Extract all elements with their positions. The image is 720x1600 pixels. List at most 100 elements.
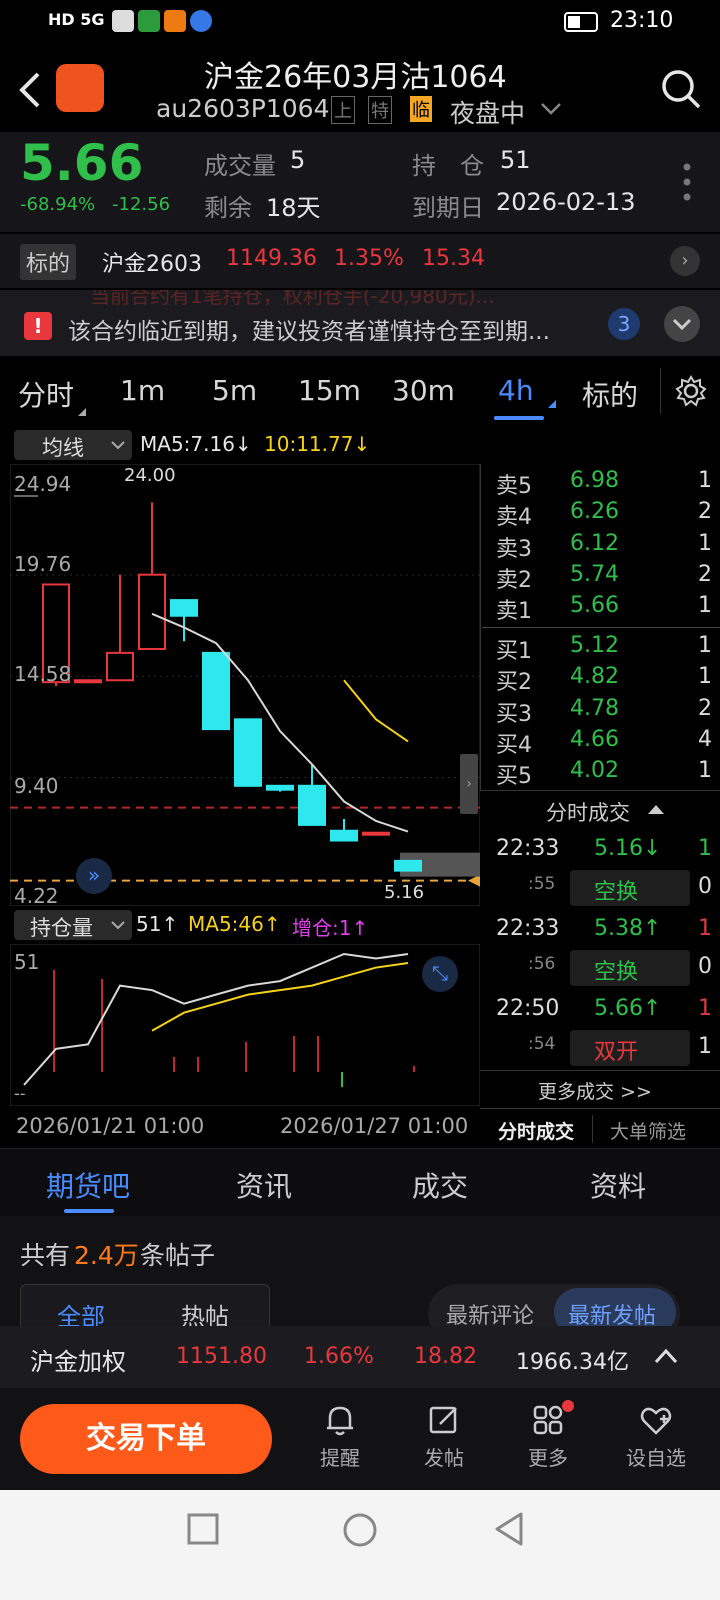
oi-indicator-row: 持仓量 51↑ MA5:46↑ 增仓:1↑ (0, 908, 490, 942)
indicator-select[interactable]: 均线 (14, 430, 132, 460)
bid-row[interactable]: 买5 4.02 1 (490, 758, 720, 789)
bell-icon (327, 1406, 353, 1436)
expand-icon[interactable] (664, 306, 700, 342)
remind-button[interactable]: 提醒 (312, 1402, 368, 1482)
ask-price: 6.12 (570, 530, 619, 556)
add-watchlist-label: 设自选 (626, 1446, 686, 1470)
tab-info[interactable]: 资料 (590, 1165, 646, 1205)
home-icon[interactable] (342, 1512, 378, 1548)
axis-label-4: 9.40 (14, 774, 59, 798)
bid-row[interactable]: 买1 5.12 1 (490, 633, 720, 664)
trade-price: 5.66↑ (594, 996, 662, 1021)
ask-row[interactable]: 卖1 5.66 1 (490, 593, 720, 624)
subtab-hot[interactable]: 热帖 (181, 1297, 229, 1326)
trade-type-badge: 空换 (570, 950, 690, 986)
ask-row[interactable]: 卖4 6.26 2 (490, 499, 720, 530)
sort-latest-post[interactable]: 最新发帖 (554, 1288, 676, 1326)
post-label: 发帖 (424, 1446, 464, 1470)
subtab-all[interactable]: 全部 (57, 1297, 105, 1326)
ask-label: 卖1 (496, 599, 532, 625)
trades-header[interactable]: 分时成交 (480, 790, 720, 828)
oi-indicator-select[interactable]: 持仓量 (14, 910, 132, 940)
add-watchlist-button[interactable]: 设自选 (620, 1402, 692, 1482)
chevron-down-icon[interactable] (540, 102, 562, 116)
more-vertical-icon[interactable] (682, 162, 692, 202)
bid-qty: 1 (698, 664, 712, 690)
chart-scroll-handle[interactable]: › (460, 754, 478, 814)
tab-fenshi[interactable]: 分时 (18, 374, 74, 414)
tab-1m[interactable]: 1m (120, 374, 165, 407)
oi-indicator-name: 持仓量 (30, 916, 93, 940)
bid-price: 4.66 (570, 726, 619, 752)
bid-label: 买3 (496, 701, 532, 727)
back-nav-icon[interactable] (492, 1510, 526, 1548)
search-icon[interactable] (660, 68, 702, 110)
notice-bar[interactable]: 当前合约有1笔持仓，权利仓手(-20,980元)... ! 该合约临近到期，建议… (0, 290, 720, 356)
trade-type-qty: 0 (698, 874, 712, 899)
oi-axis: 51 -- ⤡ (10, 944, 480, 1106)
edit-icon (429, 1406, 457, 1434)
tab-trades-detail[interactable]: 分时成交 (498, 1117, 574, 1144)
bid-qty: 2 (698, 695, 712, 721)
ticker-bar[interactable]: 沪金加权 1151.80 1.66% 18.82 1966.34亿 (0, 1326, 720, 1388)
ticker-amount: 1966.34亿 (516, 1350, 629, 1375)
tab-underlying[interactable]: 标的 (582, 374, 638, 414)
recent-apps-icon[interactable] (186, 1512, 220, 1546)
tab-4h[interactable]: 4h (498, 374, 534, 407)
ask-label: 卖5 (496, 474, 532, 499)
tab-5m[interactable]: 5m (212, 374, 257, 407)
last-label: 5.16 (384, 882, 425, 903)
system-nav-bar (0, 1490, 720, 1600)
ask-label: 卖3 (496, 536, 532, 562)
indicator-row: 均线 MA5:7.16↓ 10:11.77↓ (0, 428, 490, 462)
ask-price: 6.26 (570, 499, 619, 525)
position-value: 51 (500, 146, 531, 174)
notice-hidden-text: 当前合约有1笔持仓，权利仓手(-20,980元)... (90, 290, 495, 308)
session-status[interactable]: 夜盘中 (450, 94, 525, 130)
trade-row: 22:33 5.16↓ 1:55 空换 0 (490, 834, 720, 912)
remaining-value: 18天 (266, 194, 321, 222)
tab-big-order-filter[interactable]: 大单筛选 (610, 1117, 686, 1144)
axis-label-3: 14.58 (14, 662, 72, 686)
tab-15m[interactable]: 15m (298, 374, 361, 407)
ask-row[interactable]: 卖3 6.12 1 (490, 531, 720, 562)
date-start: 2026/01/21 01:00 (16, 1114, 205, 1138)
back-icon[interactable] (16, 70, 42, 110)
chevron-right-icon[interactable]: › (670, 246, 700, 276)
bid-row[interactable]: 买3 4.78 2 (490, 696, 720, 727)
clock: 23:10 (610, 8, 674, 33)
more-button[interactable]: 更多 (520, 1400, 576, 1482)
fast-forward-icon[interactable]: » (76, 858, 112, 894)
bid-row[interactable]: 买4 4.66 4 (490, 727, 720, 758)
bid-price: 5.12 (570, 633, 619, 658)
settings-gear-icon[interactable] (674, 374, 708, 408)
header: 沪金26年03月沽1064 au2603P1064 上 特 临 夜盘中 (0, 44, 720, 132)
trade-type-badge: 双开 (570, 1030, 690, 1066)
bid-label: 买4 (496, 732, 532, 758)
sort-latest-comment[interactable]: 最新评论 (446, 1298, 534, 1326)
tag-exchange: 上 (331, 96, 355, 124)
tab-forum[interactable]: 期货吧 (46, 1165, 130, 1205)
bid-label: 买1 (496, 639, 532, 664)
fullscreen-icon[interactable]: ⤡ (422, 956, 458, 992)
ask-row[interactable]: 卖2 5.74 2 (490, 562, 720, 593)
ask-row[interactable]: 卖5 6.98 1 (490, 468, 720, 499)
ask-price: 5.66 (570, 593, 619, 619)
ask-qty: 1 (698, 468, 712, 493)
more-trades-link[interactable]: 更多成交 >> (480, 1070, 720, 1108)
tab-30m[interactable]: 30m (392, 374, 455, 407)
last-price: 5.66 (20, 134, 144, 192)
tab-news[interactable]: 资讯 (236, 1165, 292, 1205)
underlying-name: 沪金2603 (102, 252, 202, 277)
trade-type-qty: 0 (698, 954, 712, 979)
tab-4h-underline (494, 416, 544, 420)
post-button[interactable]: 发帖 (416, 1402, 472, 1482)
trade-order-button[interactable]: 交易下单 (20, 1404, 272, 1474)
bid-row[interactable]: 买2 4.82 1 (490, 664, 720, 695)
underlying-row[interactable]: 标的 沪金2603 1149.36 1.35% 15.34 › (0, 234, 720, 288)
chevron-up-icon[interactable] (654, 1348, 678, 1364)
tab-trades[interactable]: 成交 (412, 1165, 468, 1205)
caret-up-icon (648, 805, 664, 814)
trade-type-qty: 1 (698, 1034, 712, 1059)
trade-type-badge: 空换 (570, 870, 690, 906)
